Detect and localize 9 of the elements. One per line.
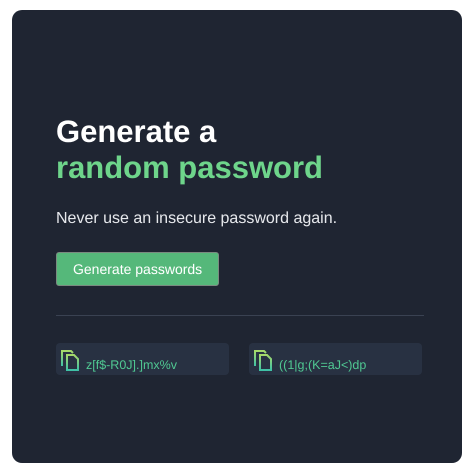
password-text: z[f$-R0J].]mx%v	[86, 358, 177, 372]
copy-icon[interactable]	[59, 347, 81, 371]
password-box[interactable]: z[f$-R0J].]mx%v	[56, 343, 229, 375]
password-text: ((1|g;(K=aJ<)dp	[279, 358, 366, 372]
password-box[interactable]: ((1|g;(K=aJ<)dp	[249, 343, 422, 375]
copy-icon[interactable]	[252, 347, 274, 371]
subtitle: Never use an insecure password again.	[56, 210, 338, 228]
heading: Generate a	[56, 114, 216, 150]
heading-highlight: random password	[56, 150, 323, 186]
